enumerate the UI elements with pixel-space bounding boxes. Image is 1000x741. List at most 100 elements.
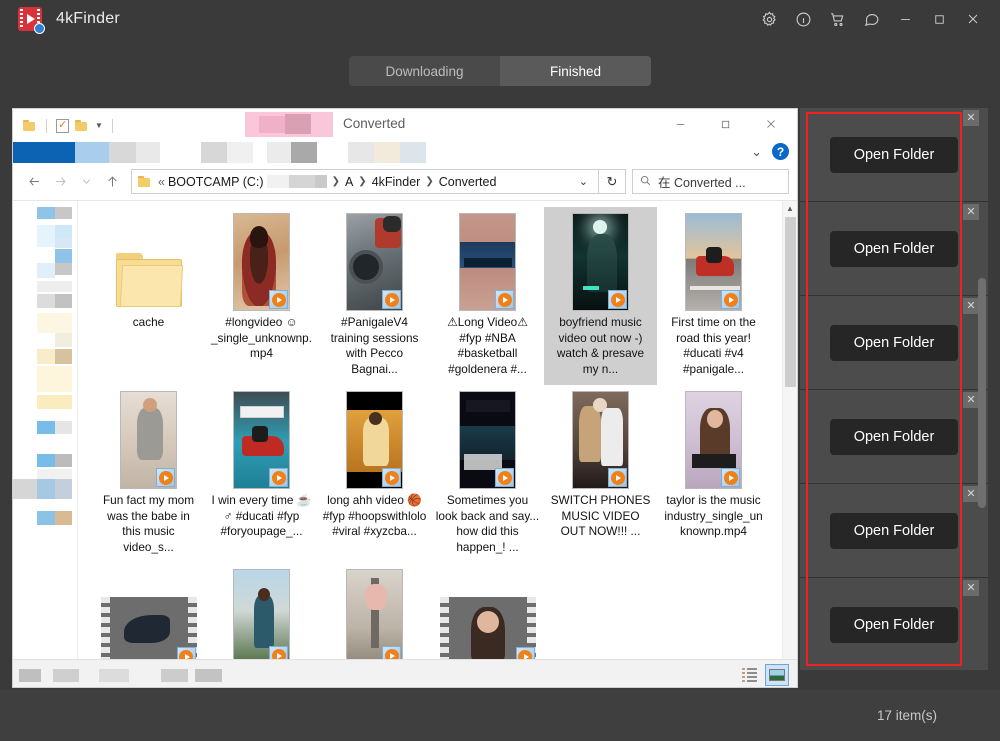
- close-icon[interactable]: ✕: [963, 392, 979, 408]
- details-view-button[interactable]: [737, 664, 761, 686]
- close-icon[interactable]: ✕: [963, 486, 979, 502]
- open-folder-button[interactable]: Open Folder: [830, 606, 958, 643]
- large-icons-view-button[interactable]: [765, 663, 789, 686]
- scrollbar-thumb[interactable]: [978, 278, 986, 508]
- redacted-nav-item: [55, 421, 72, 434]
- redacted-nav-item: [55, 454, 72, 467]
- video-thumbnail: [233, 213, 290, 311]
- file-item[interactable]: #PanigaleV4 training sessions with Pecco…: [318, 207, 431, 385]
- file-explorer-window: ▼ Converted: [12, 108, 798, 688]
- tab-finished[interactable]: Finished: [500, 56, 651, 86]
- breadcrumb-bar[interactable]: « BOOTCAMP (C:) ❯ A ❯ 4kFinder ❯ Convert…: [131, 169, 599, 194]
- open-folder-button[interactable]: Open Folder: [830, 230, 958, 267]
- open-folder-button[interactable]: Open Folder: [830, 324, 958, 361]
- redacted-nav-item: [55, 511, 72, 525]
- play-badge-icon: [608, 468, 627, 487]
- file-item[interactable]: SWITCH PHONES MUSIC VIDEO OUT NOW!!! ...: [544, 385, 657, 563]
- breadcrumb-separator: ❯: [425, 176, 434, 187]
- scrollbar-thumb[interactable]: [785, 217, 796, 387]
- breadcrumb-item-a[interactable]: A: [345, 175, 353, 189]
- open-folder-button[interactable]: Open Folder: [830, 418, 958, 455]
- file-item[interactable]: [318, 563, 431, 659]
- folder-icon[interactable]: [23, 119, 37, 132]
- file-item[interactable]: [205, 563, 318, 659]
- file-label: #longvideo ☺_single_unknownp.mp4: [210, 315, 312, 360]
- close-icon[interactable]: ✕: [963, 298, 979, 314]
- properties-icon[interactable]: [56, 118, 69, 133]
- file-item[interactable]: I win every time ☕♂ #ducati #fyp #foryou…: [205, 385, 318, 563]
- tab-downloading[interactable]: Downloading: [349, 56, 500, 86]
- file-item[interactable]: [92, 563, 205, 659]
- play-badge-icon: [382, 290, 401, 309]
- refresh-button[interactable]: ↻: [599, 169, 626, 194]
- file-item[interactable]: long ahh video 🏀 #fyp #hoopswithlolo #vi…: [318, 385, 431, 563]
- right-panel-scrollbar[interactable]: [978, 108, 986, 670]
- scroll-up-arrow-icon[interactable]: ▲: [783, 201, 797, 216]
- search-input[interactable]: 在 Converted ...: [658, 172, 746, 191]
- close-icon[interactable]: ✕: [963, 580, 979, 596]
- file-item[interactable]: ⚠Long Video⚠ #fyp #NBA #basketball #gold…: [431, 207, 544, 385]
- info-icon[interactable]: [788, 4, 818, 34]
- forward-button[interactable]: [47, 169, 73, 195]
- minimize-icon[interactable]: [890, 4, 920, 34]
- application-window: 4kFinder Downloading Finished ✓ ▼ Conver…: [0, 0, 1000, 741]
- redacted-swatch: [19, 669, 41, 682]
- file-item[interactable]: First time on the road this year! #ducat…: [657, 207, 770, 385]
- breadcrumb-item-converted[interactable]: Converted: [439, 175, 497, 189]
- item-count-label: 17 item(s): [876, 708, 937, 723]
- video-thumbnail: [346, 569, 403, 659]
- thumbnail: [547, 211, 654, 311]
- file-item-folder[interactable]: cache: [92, 207, 205, 385]
- open-folder-button[interactable]: Open Folder: [830, 136, 958, 173]
- finished-downloads-list[interactable]: ✕ Open Folder ✕ Open Folder ✕ Open Folde…: [800, 108, 988, 670]
- thumbnail: [208, 567, 315, 659]
- file-label: ⚠Long Video⚠ #fyp #NBA #basketball #gold…: [447, 315, 528, 376]
- close-icon[interactable]: ✕: [963, 204, 979, 220]
- thumbnail: [321, 389, 428, 489]
- file-item[interactable]: Fun fact my mom was the babe in this mus…: [92, 385, 205, 563]
- file-grid: cache #longvideo ☺_single_unknownp.mp4 #…: [92, 207, 797, 659]
- search-box[interactable]: 在 Converted ...: [632, 169, 789, 194]
- redacted-nav-item-selected: [13, 479, 37, 499]
- redacted-nav-item: [55, 294, 72, 308]
- download-item: ✕ Open Folder: [800, 202, 988, 296]
- back-button[interactable]: [21, 169, 47, 195]
- new-folder-icon[interactable]: [75, 119, 89, 132]
- video-thumbnail: [459, 213, 516, 311]
- folder-icon: [138, 175, 152, 188]
- explorer-close-icon[interactable]: [748, 109, 793, 139]
- explorer-minimize-icon[interactable]: [658, 109, 703, 139]
- breadcrumb-item-redacted[interactable]: [266, 175, 327, 188]
- chevron-down-icon[interactable]: ▼: [95, 121, 103, 130]
- breadcrumb-item-4kfinder[interactable]: 4kFinder: [372, 175, 421, 189]
- open-folder-button[interactable]: Open Folder: [830, 512, 958, 549]
- file-item[interactable]: Sometimes you look back and say... how d…: [431, 385, 544, 563]
- details-view-icon: [741, 667, 757, 682]
- settings-icon[interactable]: [754, 4, 784, 34]
- breadcrumb-item-drive[interactable]: BOOTCAMP (C:): [168, 175, 264, 189]
- close-icon[interactable]: ✕: [963, 110, 979, 126]
- explorer-window-controls: [658, 109, 793, 139]
- redacted-nav-item: [55, 249, 72, 263]
- video-thumbnail: [439, 597, 536, 659]
- file-item[interactable]: taylor is the music industry_single_unkn…: [657, 385, 770, 563]
- file-item[interactable]: #longvideo ☺_single_unknownp.mp4: [205, 207, 318, 385]
- close-icon[interactable]: [958, 4, 988, 34]
- file-item-selected[interactable]: boyfriend music video out now -) watch &…: [544, 207, 657, 385]
- explorer-navigation-pane[interactable]: [13, 201, 78, 659]
- file-list-scrollbar[interactable]: ▲: [782, 201, 797, 659]
- file-list-pane[interactable]: cache #longvideo ☺_single_unknownp.mp4 #…: [78, 201, 797, 659]
- help-icon[interactable]: ?: [772, 143, 789, 160]
- redacted-swatch: [109, 142, 136, 163]
- feedback-chat-icon[interactable]: [856, 4, 886, 34]
- cart-icon[interactable]: [822, 4, 852, 34]
- up-button[interactable]: [99, 169, 125, 195]
- thumbnail: [95, 389, 202, 489]
- maximize-icon[interactable]: [924, 4, 954, 34]
- recent-locations-button[interactable]: [73, 169, 99, 195]
- chevron-down-icon[interactable]: ⌄: [751, 144, 762, 160]
- explorer-maximize-icon[interactable]: [703, 109, 748, 139]
- video-thumbnail: [685, 391, 742, 489]
- file-item[interactable]: [431, 563, 544, 659]
- chevron-down-icon[interactable]: ⌄: [571, 175, 596, 188]
